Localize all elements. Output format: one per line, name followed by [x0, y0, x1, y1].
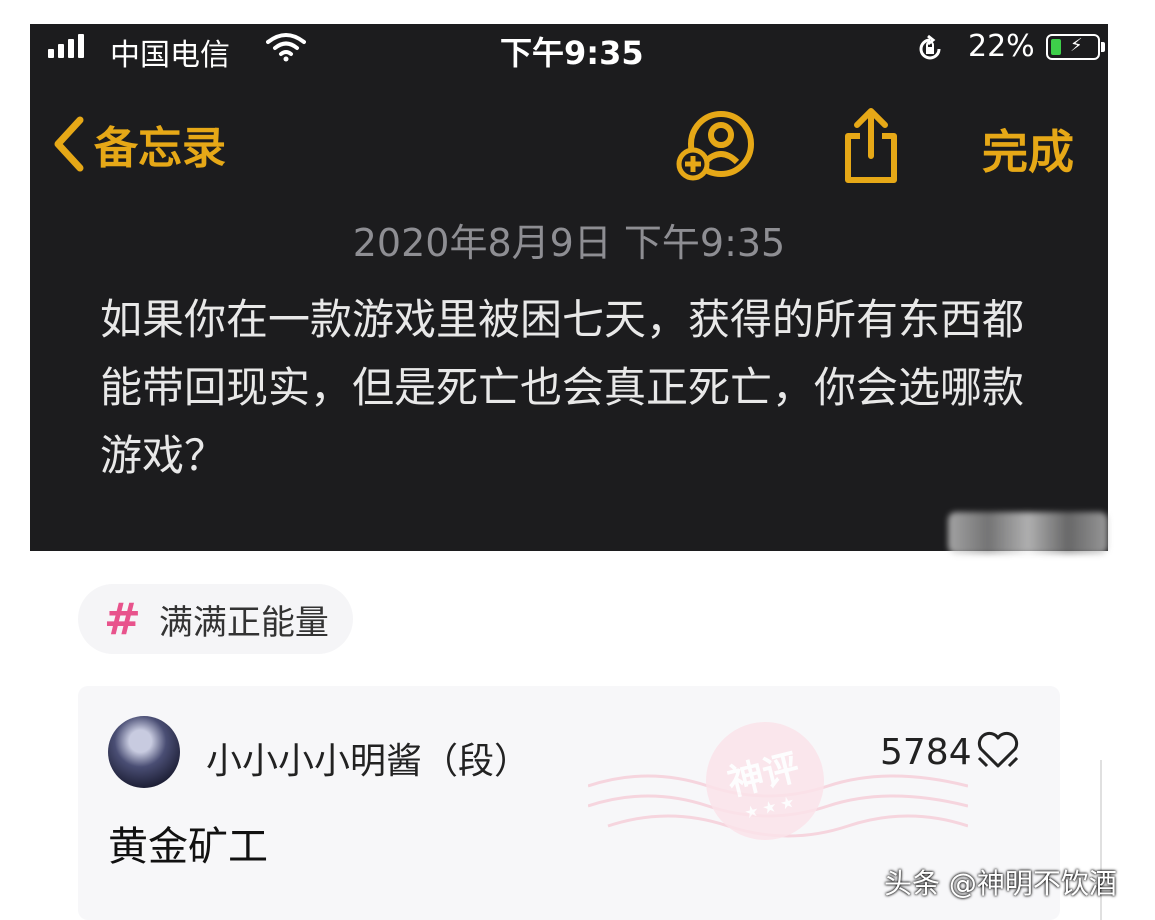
- blurred-watermark: [948, 512, 1108, 554]
- comment-author[interactable]: 小小小小明酱（段）: [206, 732, 530, 784]
- note-date: 2020年8月9日 下午9:35: [352, 221, 786, 265]
- battery-icon: ⚡: [1046, 34, 1105, 60]
- share-icon[interactable]: [840, 106, 902, 188]
- wifi-icon: [266, 32, 306, 66]
- notes-screenshot: 中国电信 下午9:35 22% ⚡ 备忘录 完成 2020年8月9日 下午9:3…: [30, 24, 1108, 554]
- topic-tag[interactable]: # 满满正能量: [78, 584, 353, 654]
- status-time: 下午9:35: [500, 34, 644, 72]
- back-button[interactable]: 备忘录: [52, 112, 226, 176]
- note-body[interactable]: 如果你在一款游戏里被困七天，获得的所有东西都能带回现实，但是死亡也会真正死亡，你…: [100, 286, 1060, 490]
- add-person-icon[interactable]: [675, 110, 759, 186]
- notes-nav-bar: 备忘录 完成: [30, 104, 1108, 184]
- orientation-lock-icon: [915, 34, 945, 68]
- status-bar: 中国电信 下午9:35 22% ⚡: [30, 24, 1108, 74]
- like-count: 5784: [880, 732, 972, 773]
- topic-tag-label: 满满正能量: [158, 602, 329, 643]
- comment-text: 黄金矿工: [108, 824, 268, 870]
- battery-percent: 22%: [968, 29, 1035, 64]
- back-label: 备忘录: [94, 123, 226, 174]
- carrier-name: 中国电信: [110, 38, 230, 73]
- signal-icon: [48, 34, 84, 58]
- chevron-left-icon: [54, 116, 84, 172]
- done-button[interactable]: 完成: [982, 116, 1074, 182]
- hashtag-icon: #: [104, 593, 141, 645]
- source-watermark: 头条 @神明不饮酒: [884, 867, 1117, 900]
- avatar[interactable]: [108, 716, 180, 788]
- like-icon[interactable]: [975, 730, 1021, 774]
